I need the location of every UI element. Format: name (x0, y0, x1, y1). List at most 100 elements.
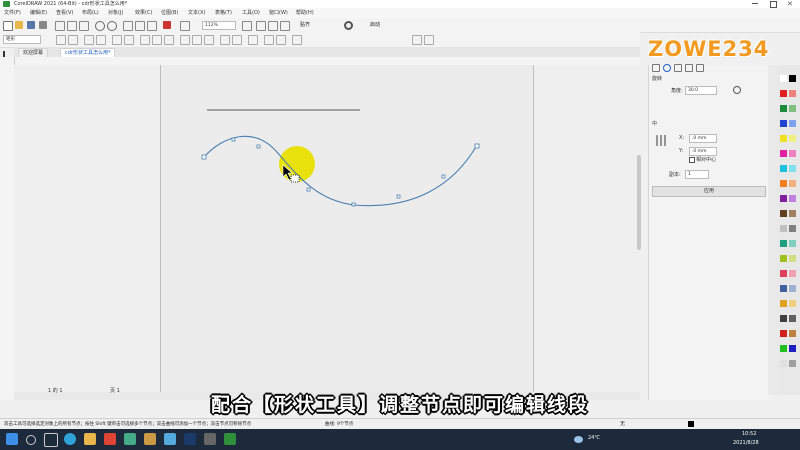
print-icon[interactable] (39, 21, 47, 29)
anchor-grid-icon[interactable] (656, 135, 667, 146)
palette-swatch[interactable] (789, 315, 796, 322)
palette-swatch[interactable] (789, 360, 796, 367)
position-tab-icon[interactable] (652, 64, 660, 72)
menu-effects[interactable]: 效果(C) (135, 9, 152, 17)
launch-dropdown[interactable]: 启动 (370, 21, 380, 29)
reflect-v-icon[interactable] (276, 35, 286, 45)
reduce-nodes-icon[interactable] (424, 35, 434, 45)
palette-swatch[interactable] (780, 300, 787, 307)
menu-file[interactable]: 文件(F) (4, 9, 21, 17)
add-node-icon[interactable] (56, 35, 66, 45)
page-tab[interactable]: 页 1 (110, 387, 120, 394)
smooth-node-icon[interactable] (152, 35, 162, 45)
close-button[interactable]: ✕ (787, 0, 793, 8)
select-all-nodes-icon[interactable] (412, 35, 422, 45)
palette-swatch[interactable] (789, 120, 796, 127)
export-icon[interactable] (147, 21, 157, 31)
cut-icon[interactable] (55, 21, 65, 31)
palette-swatch[interactable] (780, 180, 787, 187)
palette-swatch[interactable] (789, 210, 796, 217)
menu-window[interactable]: 窗口(W) (269, 9, 288, 17)
extend-curve-icon[interactable] (192, 35, 202, 45)
paste-icon[interactable] (79, 21, 89, 31)
menu-bitmaps[interactable]: 位图(B) (161, 9, 178, 17)
palette-swatch[interactable] (789, 75, 796, 82)
outline-swatch[interactable] (688, 421, 694, 427)
rotate-nodes-icon[interactable] (232, 35, 242, 45)
x-input[interactable]: .0 mm (689, 134, 717, 143)
palette-swatch[interactable] (780, 210, 787, 217)
scale-tab-icon[interactable] (674, 64, 682, 72)
reflect-h-icon[interactable] (264, 35, 274, 45)
weather-icon[interactable] (574, 436, 583, 443)
docker-side-tabs[interactable] (768, 65, 777, 395)
palette-swatch[interactable] (789, 135, 796, 142)
palette-swatch[interactable] (780, 75, 787, 82)
palette-swatch[interactable] (780, 270, 787, 277)
minimize-button[interactable] (752, 3, 758, 4)
drawing-canvas[interactable] (14, 65, 640, 395)
zoom-level-select[interactable]: 112% (202, 21, 236, 30)
palette-swatch[interactable] (789, 255, 796, 262)
palette-swatch[interactable] (780, 165, 787, 172)
palette-swatch[interactable] (789, 285, 796, 292)
app-icon-2[interactable] (124, 433, 136, 445)
redo-icon[interactable] (107, 21, 117, 31)
angle-input[interactable]: 30.0 (685, 86, 717, 95)
symmetrical-node-icon[interactable] (164, 35, 174, 45)
menu-tools[interactable]: 工具(O) (242, 9, 260, 17)
relative-center-checkbox[interactable] (689, 157, 695, 163)
delete-node-icon[interactable] (68, 35, 78, 45)
size-tab-icon[interactable] (685, 64, 693, 72)
edge-browser-icon[interactable] (64, 433, 76, 445)
app-icon-3[interactable] (144, 433, 156, 445)
new-document-icon[interactable] (3, 21, 13, 31)
palette-swatch[interactable] (789, 270, 796, 277)
palette-swatch[interactable] (780, 330, 787, 337)
align-nodes-icon[interactable] (248, 35, 258, 45)
break-curve-icon[interactable] (96, 35, 106, 45)
join-nodes-icon[interactable] (84, 35, 94, 45)
menu-view[interactable]: 查看(V) (56, 9, 73, 17)
import-icon[interactable] (135, 21, 145, 31)
menu-text[interactable]: 文本(X) (188, 9, 205, 17)
grid-icon[interactable] (268, 21, 278, 31)
search-icon[interactable] (26, 435, 36, 445)
maximize-button[interactable] (770, 1, 777, 8)
palette-swatch[interactable] (789, 150, 796, 157)
copies-input[interactable]: 1 (685, 170, 709, 179)
palette-swatch[interactable] (780, 105, 787, 112)
menu-edit[interactable]: 编辑(E) (30, 9, 47, 17)
palette-swatch[interactable] (789, 300, 796, 307)
options-gear-icon[interactable] (344, 21, 353, 30)
menu-layout[interactable]: 布局(L) (82, 9, 99, 17)
fullscreen-icon[interactable] (242, 21, 252, 31)
search-content-icon[interactable] (123, 21, 133, 31)
palette-swatch[interactable] (780, 150, 787, 157)
zoom-level-icon[interactable] (180, 21, 190, 31)
photoshop-icon[interactable] (184, 433, 196, 445)
rulers-icon[interactable] (256, 21, 266, 31)
palette-swatch[interactable] (780, 315, 787, 322)
apply-button[interactable]: 应用 (652, 186, 766, 197)
open-folder-icon[interactable] (15, 21, 23, 29)
palette-swatch[interactable] (780, 360, 787, 367)
vertical-scrollbar[interactable] (637, 155, 641, 250)
y-input[interactable]: .0 mm (689, 147, 717, 156)
file-explorer-icon[interactable] (84, 433, 96, 445)
palette-swatch[interactable] (780, 345, 787, 352)
clock-date[interactable]: 2021/8/28 (733, 440, 759, 446)
drawing-layer[interactable] (14, 65, 640, 395)
palette-swatch[interactable] (789, 105, 796, 112)
palette-swatch[interactable] (780, 135, 787, 142)
palette-swatch[interactable] (789, 165, 796, 172)
stretch-nodes-icon[interactable] (220, 35, 230, 45)
coreldraw-taskbar-icon[interactable] (224, 433, 236, 445)
close-curve-icon[interactable] (204, 35, 214, 45)
palette-swatch[interactable] (789, 330, 796, 337)
palette-swatch[interactable] (780, 120, 787, 127)
cusp-node-icon[interactable] (140, 35, 150, 45)
save-icon[interactable] (27, 21, 35, 29)
copy-icon[interactable] (67, 21, 77, 31)
rotate-ccw-icon[interactable] (733, 86, 741, 94)
